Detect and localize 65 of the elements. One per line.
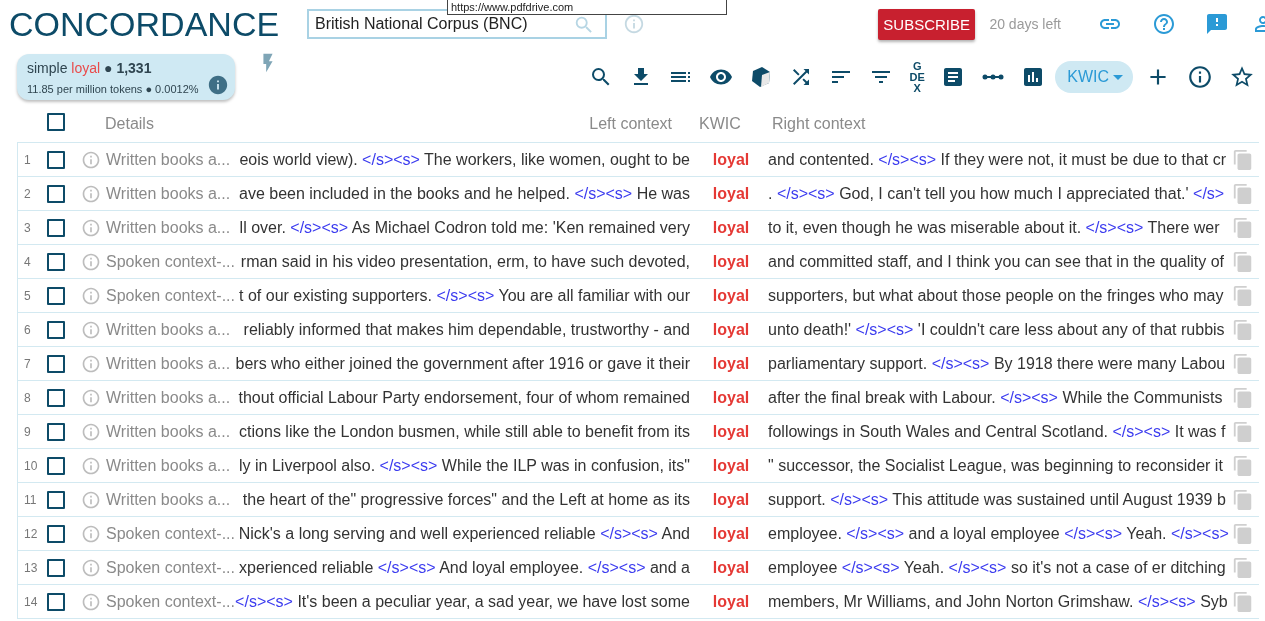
row-number: 5 bbox=[23, 288, 32, 303]
right-context: supporters, but what about those people on the fringes who may bbox=[768, 285, 1224, 306]
left-context: rman said in his video presentation, erm, to have such devoted, bbox=[240, 251, 690, 272]
row-number: 11 bbox=[23, 492, 38, 507]
row-number: 1 bbox=[23, 152, 32, 167]
row-number: 6 bbox=[23, 322, 32, 337]
query-summary: simple loyal ● 1,331 bbox=[27, 60, 152, 76]
row-number: 8 bbox=[23, 390, 32, 405]
right-context: employee </s><s> Yeah. </s><s> so it's not a case of er ditching bbox=[768, 557, 1226, 578]
kwic-word: loyal bbox=[712, 252, 750, 270]
left-context: </s><s> It's been a peculiar year, a sad year, we have lost some bbox=[235, 591, 690, 612]
row-number: 3 bbox=[23, 220, 32, 235]
right-context: parliamentary support. </s><s> By 1918 there were many Labou bbox=[768, 353, 1226, 374]
trial-days-left: 20 days left bbox=[989, 16, 1061, 32]
kwic-word: loyal bbox=[712, 320, 750, 338]
kwic-word: loyal bbox=[712, 218, 750, 236]
left-context: the heart of the" progressive forces" and the Left at home as its bbox=[242, 489, 690, 510]
left-context: eois world view). </s><s> The workers, like women, ought to be bbox=[239, 149, 690, 170]
left-context: Nick's a long serving and well experienced reliable </s><s> And bbox=[238, 523, 690, 544]
row-number: 12 bbox=[23, 526, 39, 541]
kwic-word: loyal bbox=[712, 524, 750, 542]
left-context: ctions like the London busmen, while still able to benefit from its bbox=[239, 421, 690, 442]
right-context: followings in South Wales and Central Scotland. </s><s> It was f bbox=[768, 421, 1226, 442]
right-context: support. </s><s> This attitude was sustained until August 1939 b bbox=[768, 489, 1226, 510]
column-header: Left context bbox=[589, 115, 672, 133]
row-number: 10 bbox=[23, 458, 39, 473]
frequency-summary: 11.85 per million tokens ● 0.0012% bbox=[27, 83, 199, 95]
kwic-word: loyal bbox=[712, 388, 750, 406]
left-context: ly in Liverpool also. </s><s> While the ILP was in confusion, its" bbox=[239, 455, 690, 476]
right-context: after the final break with Labour. </s><s> While the Communists bbox=[768, 387, 1223, 408]
kwic-word: loyal bbox=[712, 422, 750, 440]
left-context: reliably informed that makes him dependable, trustworthy - and bbox=[243, 319, 690, 340]
column-header: Details bbox=[105, 115, 155, 133]
right-context: unto death!' </s><s> 'I couldn't care less about any of that rubbis bbox=[768, 319, 1225, 340]
kwic-word: loyal bbox=[712, 286, 750, 304]
row-number: 9 bbox=[23, 424, 32, 439]
kwic-word: loyal bbox=[712, 490, 750, 508]
kwic-word: loyal bbox=[712, 456, 750, 474]
row-number: 4 bbox=[23, 254, 32, 269]
right-context: to it, even though he was miserable about it. </s><s> There wer bbox=[768, 217, 1220, 238]
app-logo: CONCORDANCE bbox=[9, 7, 281, 41]
left-context: bers who either joined the government after 1916 or gave it their bbox=[235, 353, 690, 374]
right-context: employee. </s><s> and a loyal employee </s><s> Yeah. </s><s> bbox=[768, 523, 1229, 544]
row-number: 14 bbox=[23, 594, 39, 609]
right-context: " successor, the Socialist League, was beginning to reconsider it bbox=[768, 455, 1223, 476]
kwic-word: loyal bbox=[712, 150, 750, 168]
row-number: 13 bbox=[23, 560, 39, 575]
right-context: and committed staff, and I think you can see that in the quality of bbox=[768, 251, 1224, 272]
kwic-word: loyal bbox=[712, 354, 750, 372]
left-context: xperienced reliable </s><s> And loyal employee. </s><s> and a bbox=[239, 557, 690, 578]
kwic-word: loyal bbox=[712, 592, 750, 610]
right-context: members, Mr Williams, and John Norton Grimshaw. </s><s> Syb bbox=[768, 591, 1228, 612]
right-context: and contented. </s><s> If they were not, it must be due to that cr bbox=[768, 149, 1227, 170]
row-number: 2 bbox=[23, 186, 32, 201]
column-header: Right context bbox=[772, 115, 866, 133]
kwic-word: loyal bbox=[712, 184, 750, 202]
column-header: KWIC bbox=[699, 115, 741, 133]
left-context: ll over. </s><s> As Michael Codron told me: 'Ken remained very bbox=[239, 217, 690, 238]
left-context: t of our existing supporters. </s><s> You are all familiar with our bbox=[239, 285, 690, 306]
left-context: ave been included in the books and he helped. </s><s> He was bbox=[239, 183, 690, 204]
row-number: 7 bbox=[23, 356, 32, 371]
left-context: thout official Labour Party endorsement, four of whom remained bbox=[238, 387, 690, 408]
right-context: . </s><s> God, I can't tell you how much I appreciated that.' </s> bbox=[768, 183, 1225, 204]
kwic-word: loyal bbox=[712, 558, 750, 576]
url-tooltip: https://www.pdfdrive.com bbox=[447, 0, 727, 15]
